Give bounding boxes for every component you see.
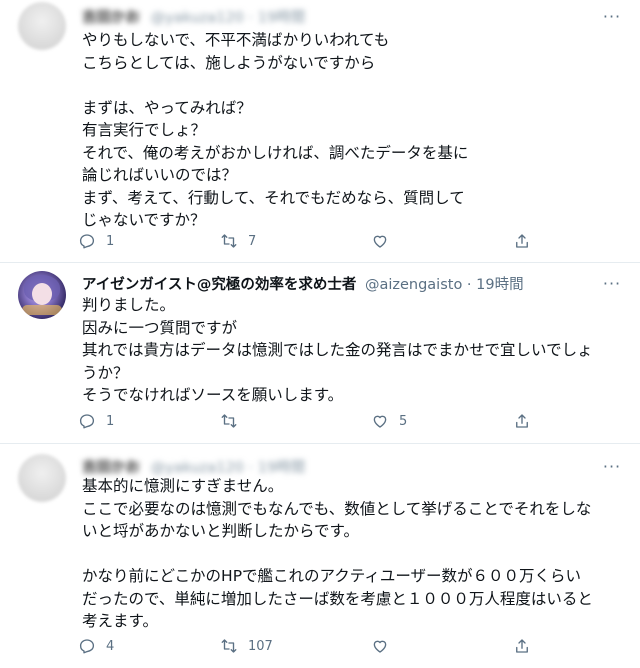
tweet-text: やりもしないで、不平不満ばかりいわれても こちらとしては、施しようがないですから…: [82, 31, 469, 229]
author-handle[interactable]: @yakuza120 · 19時間: [151, 456, 306, 477]
share-button[interactable]: [513, 409, 531, 433]
heart-icon: [373, 235, 387, 248]
retweet-count: 107: [248, 638, 273, 654]
like-count: 5: [399, 413, 408, 429]
like-button[interactable]: 5: [371, 409, 407, 433]
author-name[interactable]: 吉田かお: [82, 6, 140, 27]
tweet-actions: 4 107: [78, 634, 558, 658]
like-button[interactable]: [371, 229, 399, 253]
avatar[interactable]: [18, 454, 66, 502]
reply-icon: [79, 414, 95, 429]
heart-icon: [373, 640, 387, 653]
reply-count: 1: [106, 233, 115, 249]
avatar[interactable]: [18, 2, 66, 50]
author-handle[interactable]: @aizengaisto · 19時間: [365, 277, 524, 293]
more-icon[interactable]: ···: [600, 271, 624, 295]
more-icon[interactable]: ···: [600, 4, 624, 28]
tweet-text: 基本的に憶測にすぎません。 ここで必要なのは憶測でもなんでも、数値として挙げるこ…: [82, 477, 593, 630]
heart-icon: [373, 415, 387, 428]
reply-icon: [79, 639, 95, 654]
retweet-icon: [221, 234, 237, 248]
tweet-actions: 1 7: [78, 229, 558, 253]
tweet-2[interactable]: アイゼンガイスト@究極の効率を求め士者 @aizengaisto · 19時間 …: [0, 263, 640, 443]
tweet-header: アイゼンガイスト@究極の効率を求め士者 @aizengaisto · 19時間: [82, 273, 524, 294]
retweet-button[interactable]: [220, 409, 248, 433]
tweet-3[interactable]: 吉田かお @yakuza120 · 19時間 ··· 基本的に憶測にすぎません。…: [0, 444, 640, 668]
share-icon: [516, 414, 528, 428]
tweet-header: 吉田かお @yakuza120 · 19時間: [82, 6, 305, 27]
share-button[interactable]: [513, 634, 531, 658]
avatar-glow: [22, 305, 62, 315]
reply-button[interactable]: 4: [78, 634, 114, 658]
reply-button[interactable]: 1: [78, 229, 114, 253]
tweet-1[interactable]: 吉田かお @yakuza120 · 19時間 ··· やりもしないで、不平不満ば…: [0, 0, 640, 260]
retweet-icon: [221, 414, 237, 428]
share-button[interactable]: [513, 229, 531, 253]
retweet-count: 7: [248, 233, 257, 249]
share-icon: [516, 639, 528, 653]
tweet-header: 吉田かお @yakuza120 · 19時間: [82, 456, 305, 477]
share-icon: [516, 234, 528, 248]
reply-button[interactable]: 1: [78, 409, 114, 433]
retweet-button[interactable]: 7: [220, 229, 256, 253]
author-name[interactable]: 吉田かお: [82, 456, 140, 477]
reply-count: 4: [106, 638, 115, 654]
reply-icon: [79, 234, 95, 249]
avatar-face: [32, 283, 52, 305]
retweet-button[interactable]: 107: [220, 634, 273, 658]
like-button[interactable]: [371, 634, 399, 658]
author-name[interactable]: アイゼンガイスト@究極の効率を求め士者: [82, 277, 356, 293]
reply-count: 1: [106, 413, 115, 429]
tweet-actions: 1 5: [78, 409, 558, 433]
author-handle[interactable]: @yakuza120 · 19時間: [151, 6, 306, 27]
retweet-icon: [221, 639, 237, 653]
tweet-text: 判りました。 因みに一つ質問ですが 其れでは貴方はデータは憶測ではした金の発言は…: [82, 296, 593, 404]
avatar[interactable]: [18, 271, 66, 319]
